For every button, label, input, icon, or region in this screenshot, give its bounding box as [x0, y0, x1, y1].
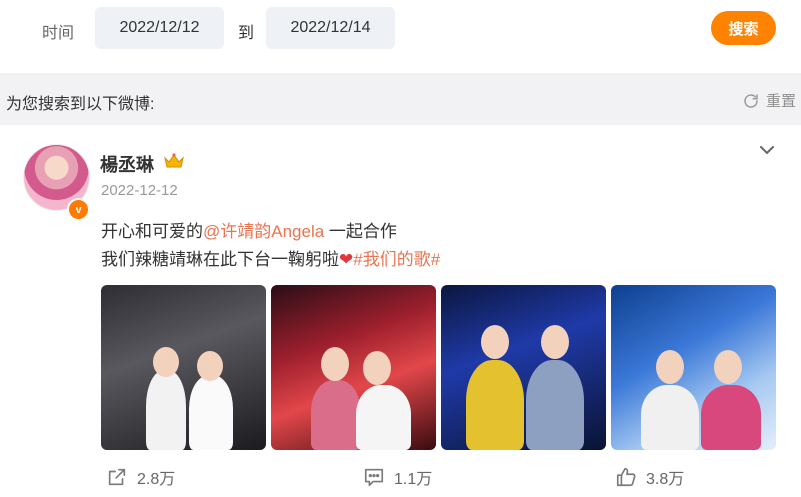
post-text: 开心和可爱的@许靖韵Angela 一起合作 我们辣糖靖琳在此下台一鞠躬啦❤#我们…: [101, 218, 440, 274]
time-label: 时间: [42, 25, 75, 42]
post-date[interactable]: 2022-12-12: [101, 182, 178, 199]
post-text-segment: 开心和可爱的: [101, 222, 203, 241]
end-date-input[interactable]: 2022/12/14: [266, 7, 395, 49]
to-label: 到: [238, 25, 255, 42]
post-text-segment: 我们辣糖靖琳在此下台一鞠躬啦: [101, 250, 339, 269]
verified-badge-icon: v: [67, 198, 90, 221]
comment-count: 1.1万: [394, 471, 433, 488]
refresh-icon: [744, 93, 758, 108]
post-action-bar: 2.8万 1.1万 3.8万: [0, 461, 801, 491]
search-button[interactable]: 搜索: [711, 11, 776, 45]
date-filter-bar: 时间 2022/12/12 到 2022/12/14 搜索: [0, 0, 801, 72]
like-count: 3.8万: [646, 471, 685, 488]
results-title: 为您搜索到以下微博:: [6, 96, 155, 113]
like-button[interactable]: 3.8万: [615, 465, 684, 489]
comment-button[interactable]: 1.1万: [363, 465, 432, 489]
post-photo-4[interactable]: [611, 285, 776, 450]
reset-button[interactable]: 重置: [742, 90, 796, 111]
comment-icon: [364, 468, 384, 487]
post-photo-2[interactable]: [271, 285, 436, 450]
post-line-1: 开心和可爱的@许靖韵Angela 一起合作: [101, 218, 440, 246]
repost-button[interactable]: 2.8万: [106, 465, 175, 489]
post-line-2: 我们辣糖靖琳在此下台一鞠躬啦❤#我们的歌#: [101, 246, 440, 274]
mention-link[interactable]: @许靖韵Angela: [203, 222, 324, 241]
topic-link[interactable]: #我们的歌#: [353, 250, 440, 269]
start-date-input[interactable]: 2022/12/12: [95, 7, 224, 49]
crown-icon: [164, 153, 184, 168]
results-header: 为您搜索到以下微博: 重置: [0, 73, 801, 125]
repost-icon: [108, 468, 126, 486]
photo-grid: [101, 285, 776, 450]
thumbs-up-icon: [616, 467, 636, 487]
reset-label: 重置: [765, 93, 796, 110]
post-text-segment: 一起合作: [324, 222, 397, 241]
heart-emoji-icon: ❤: [339, 250, 354, 269]
post-photo-3[interactable]: [441, 285, 606, 450]
post-photo-1[interactable]: [101, 285, 266, 450]
username[interactable]: 楊丞琳: [100, 151, 154, 177]
repost-count: 2.8万: [137, 471, 176, 488]
chevron-down-icon[interactable]: [757, 140, 777, 160]
weibo-post-card: v 楊丞琳 2022-12-12 开心和可爱的@许靖韵Angela 一起合作 我…: [0, 125, 801, 497]
